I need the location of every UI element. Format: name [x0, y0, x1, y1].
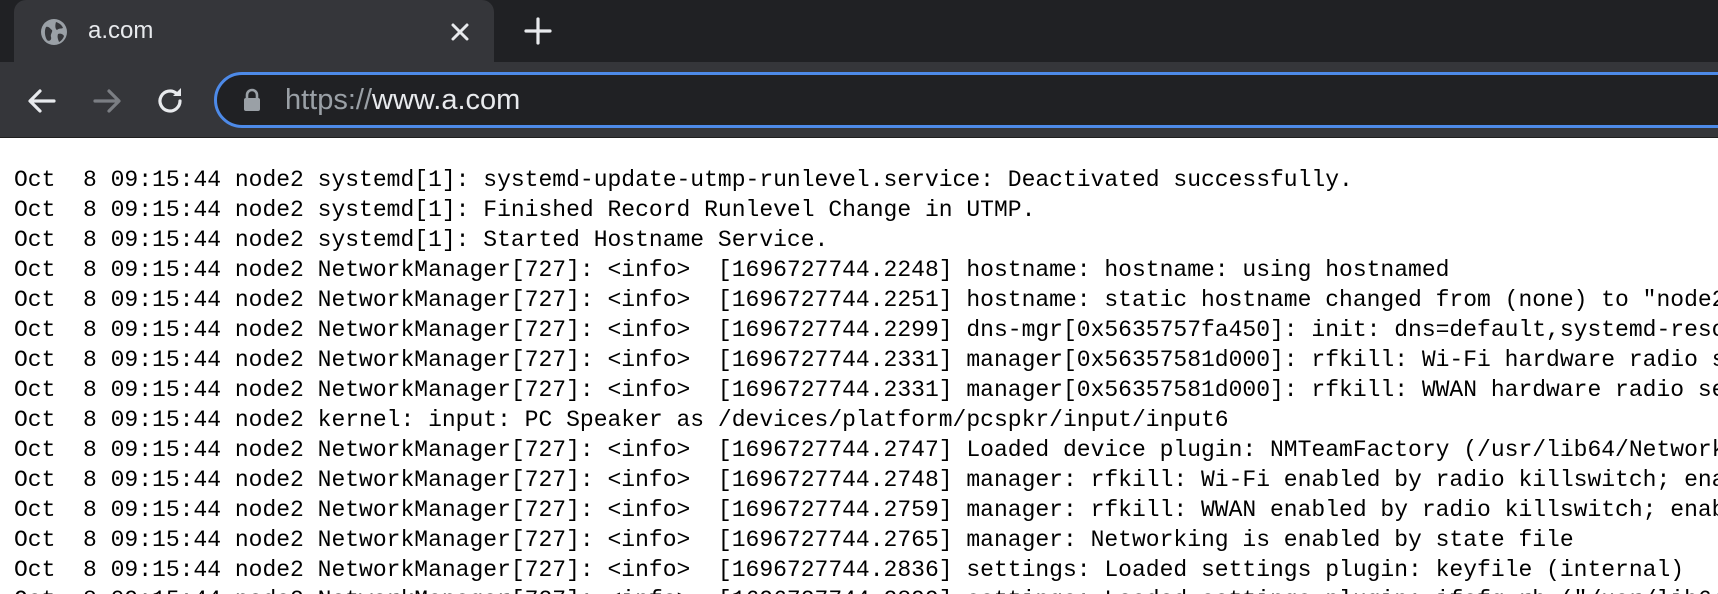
log-line: Oct 8 09:15:44 node2 systemd[1]: Finishe… — [14, 197, 1036, 223]
log-line: Oct 8 09:15:44 node2 systemd[1]: Started… — [14, 227, 829, 253]
tab-a-com[interactable]: a.com — [14, 0, 494, 62]
back-button[interactable] — [25, 84, 59, 118]
log-line: Oct 8 09:15:44 node2 kernel: input: PC S… — [14, 407, 1229, 433]
page-content: Oct 8 09:15:44 node2 systemd[1]: systemd… — [0, 138, 1718, 594]
url-scheme: https:// — [285, 84, 373, 116]
log-output: Oct 8 09:15:44 node2 systemd[1]: systemd… — [14, 165, 1718, 594]
browser-window: a.com https://www.a.com Oct 8 09:15:44 n… — [0, 0, 1718, 594]
arrow-right-icon — [93, 89, 121, 113]
log-line: Oct 8 09:15:44 node2 NetworkManager[727]… — [14, 585, 1718, 594]
log-line: Oct 8 09:15:44 node2 NetworkManager[727]… — [14, 497, 1718, 523]
log-line: Oct 8 09:15:44 node2 NetworkManager[727]… — [14, 317, 1718, 343]
log-line: Oct 8 09:15:44 node2 NetworkManager[727]… — [14, 287, 1718, 313]
reload-icon — [158, 88, 182, 113]
globe-icon — [40, 18, 68, 46]
log-line: Oct 8 09:15:44 node2 systemd[1]: systemd… — [14, 167, 1353, 193]
plus-icon — [524, 17, 552, 45]
log-line: Oct 8 09:15:44 node2 NetworkManager[727]… — [14, 377, 1718, 403]
log-line: Oct 8 09:15:44 node2 NetworkManager[727]… — [14, 527, 1574, 553]
log-line: Oct 8 09:15:44 node2 NetworkManager[727]… — [14, 257, 1450, 283]
address-bar[interactable]: https://www.a.com — [214, 72, 1718, 128]
log-line: Oct 8 09:15:44 node2 NetworkManager[727]… — [14, 557, 1685, 583]
url-host: www.a.com — [372, 84, 521, 116]
new-tab-button[interactable] — [522, 15, 554, 47]
arrow-left-icon — [28, 89, 56, 113]
log-line: Oct 8 09:15:44 node2 NetworkManager[727]… — [14, 347, 1718, 373]
forward-button[interactable] — [90, 84, 124, 118]
reload-button[interactable] — [153, 84, 187, 118]
log-line: Oct 8 09:15:44 node2 NetworkManager[727]… — [14, 437, 1718, 463]
toolbar: https://www.a.com — [0, 62, 1718, 138]
url-text[interactable]: https://www.a.com — [285, 83, 520, 117]
lock-icon[interactable] — [241, 88, 263, 112]
log-line: Oct 8 09:15:44 node2 NetworkManager[727]… — [14, 467, 1718, 493]
close-icon[interactable] — [447, 19, 473, 45]
tab-strip: a.com — [0, 0, 1718, 62]
tab-title: a.com — [88, 17, 154, 44]
